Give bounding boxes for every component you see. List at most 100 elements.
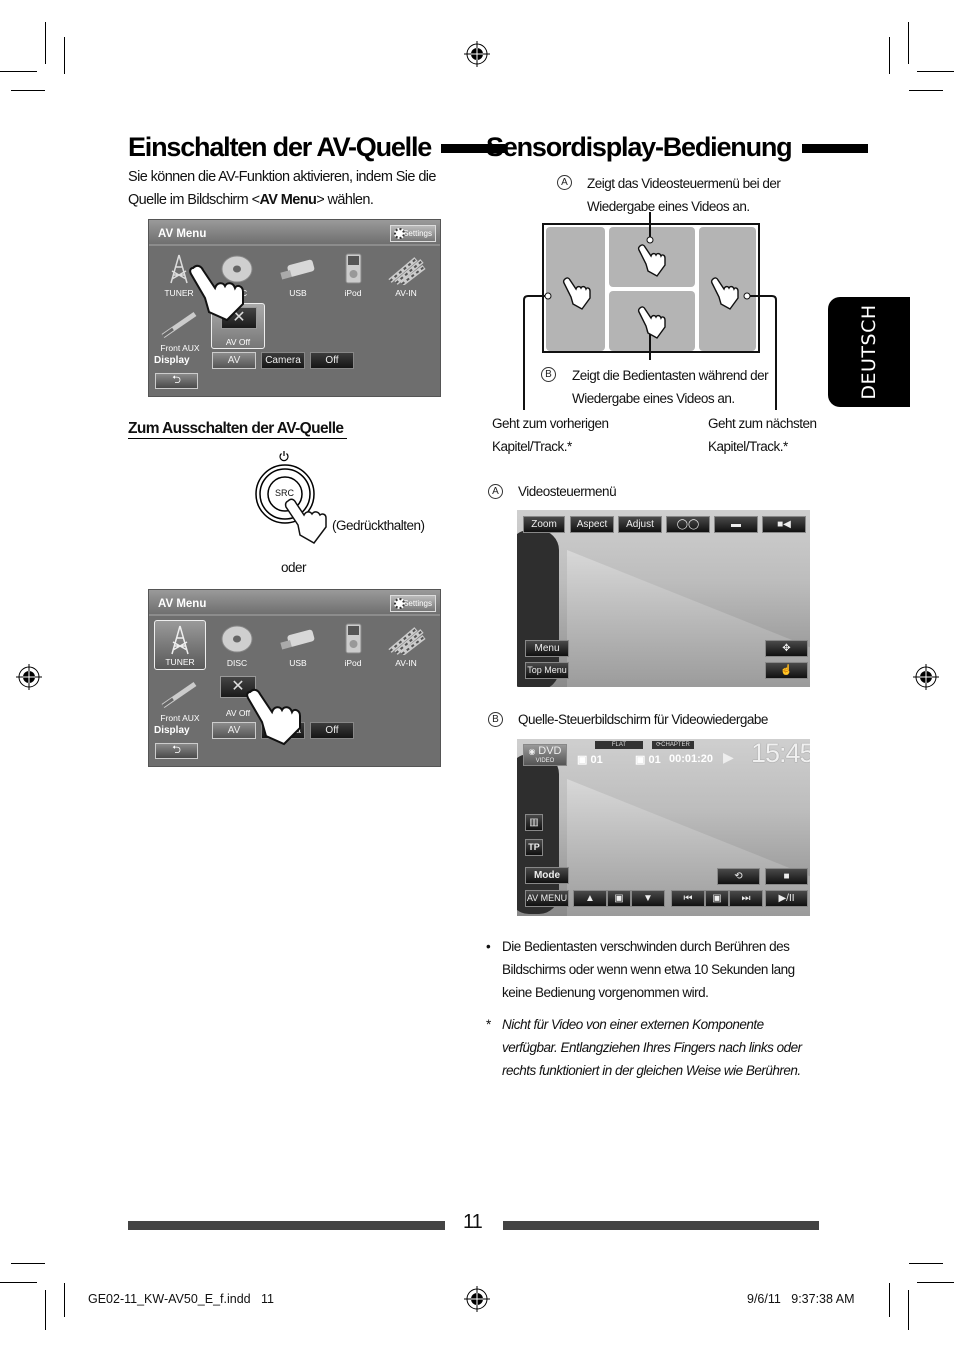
av-menu-button[interactable]: AV MENU <box>525 890 569 907</box>
play-status-icon: ▶ <box>723 749 734 765</box>
usb-stick-icon <box>280 629 315 650</box>
aspect-button[interactable]: Aspect <box>570 516 614 533</box>
subheading-av-source-off: Zum Ausschalten der AV-Quelle <box>128 420 348 439</box>
crop-mark <box>908 22 909 64</box>
repeat-button[interactable]: ⟲ <box>717 868 760 885</box>
audio-button[interactable]: ◯◯ <box>666 516 710 533</box>
hold-label: (Gedrückthalten) <box>332 518 425 533</box>
dvd-source-button[interactable]: ◉ DVD VIDEO <box>523 744 567 766</box>
play-pause-icon: ▶/II <box>778 893 795 904</box>
page-number: 11 <box>463 1211 483 1233</box>
touch-button[interactable]: ☝ <box>765 662 808 679</box>
zoom-button[interactable]: Zoom <box>523 516 565 533</box>
source-front-aux[interactable]: Front AUX <box>154 675 206 725</box>
footer-bar-right <box>503 1221 819 1230</box>
crop-mark <box>64 1283 65 1317</box>
tower-icon <box>171 625 189 655</box>
crop-mark <box>0 71 37 72</box>
registration-mark-icon <box>16 664 42 690</box>
pointing-hand-icon <box>189 264 244 322</box>
pointing-hand-icon <box>284 498 327 544</box>
chapter-indicator: ▣ <box>705 890 729 907</box>
previous-button[interactable]: ⏮ <box>671 890 705 907</box>
back-arrow-icon: ⮌ <box>172 374 181 386</box>
crop-mark <box>11 1263 45 1264</box>
settings-button[interactable]: Settings <box>390 595 436 612</box>
title-down-button[interactable]: ▼ <box>631 890 665 907</box>
audio-icon: ◯◯ <box>676 519 700 530</box>
pointing-hand-icon <box>710 277 739 310</box>
next-button[interactable]: ⏭ <box>729 890 763 907</box>
crop-mark <box>889 1283 890 1317</box>
display-off-button[interactable]: Off <box>310 352 354 369</box>
letter-a-badge: A <box>557 175 572 190</box>
source-tuner[interactable]: TUNER <box>154 620 206 670</box>
repeat-icon: ⟲ <box>734 871 743 882</box>
pointing-hand-icon <box>562 277 591 310</box>
slug-timestamp: 9/6/11 9:37:38 AM <box>747 1292 855 1306</box>
source-ipod[interactable]: iPod <box>328 620 378 670</box>
letter-b-badge: B <box>541 367 556 382</box>
equalizer-button[interactable]: ▥ <box>525 814 543 831</box>
heading-av-source-on: Einschalten der AV-Quelle <box>128 132 506 163</box>
crop-mark <box>909 1263 943 1264</box>
av-menu-title: AV Menu <box>158 598 207 610</box>
chapter-badge: ⟳CHAPTER <box>652 741 694 749</box>
source-control-screen: ◉ DVD VIDEO ▣ 01 FLAT ⟳CHAPTER ▣ 01 00:0… <box>517 739 810 916</box>
equalizer-icon: ▥ <box>529 817 539 828</box>
crop-mark <box>11 90 45 91</box>
disc-icon: ◉ <box>528 747 536 756</box>
disc-icon <box>221 625 253 653</box>
ipod-icon <box>345 623 362 654</box>
source-disc[interactable]: DISC <box>212 620 262 670</box>
source-usb[interactable]: USB <box>273 620 323 670</box>
pointing-hand-icon <box>637 306 666 339</box>
triangle-down-icon: ▼ <box>643 893 653 904</box>
title-up-button[interactable]: ▲ <box>573 890 607 907</box>
video-control-menu-screen: Zoom Aspect Adjust ◯◯ ▬ ■◀ Menu Top Menu… <box>517 510 810 687</box>
subtitle-icon: ▬ <box>731 519 741 530</box>
menu-button[interactable]: Menu <box>525 640 569 657</box>
registration-mark-icon <box>464 1286 490 1312</box>
display-av-button[interactable]: AV <box>212 352 256 369</box>
adjust-button[interactable]: Adjust <box>618 516 662 533</box>
cursor-button[interactable]: ✥ <box>765 640 808 657</box>
gear-icon <box>394 598 405 609</box>
ipod-icon <box>345 253 362 284</box>
prev-chapter-label: Geht zum vorherigen Kapitel/Track.* <box>492 416 609 454</box>
back-button[interactable]: ⮌ <box>155 373 198 389</box>
letter-a-badge: A <box>488 484 503 499</box>
crop-mark <box>917 1282 954 1283</box>
source-av-in[interactable]: AV-IN <box>381 620 431 670</box>
hand-icon: ☝ <box>780 665 793 676</box>
registration-mark-icon <box>913 664 939 690</box>
settings-button[interactable]: Settings <box>390 225 436 242</box>
angle-button[interactable]: ■◀ <box>762 516 806 533</box>
triangle-up-icon: ▲ <box>585 893 595 904</box>
display-off-button[interactable]: Off <box>310 722 354 739</box>
flat-badge: FLAT <box>595 741 643 749</box>
source-usb[interactable]: USB <box>273 250 323 300</box>
av-menu-titlebar: AV Menu Settings <box>149 220 440 246</box>
footnote-marker: * <box>486 1017 491 1032</box>
source-av-in[interactable]: AV-IN <box>381 250 431 300</box>
rca-cable-icon <box>388 257 426 285</box>
display-camera-button[interactable]: Camera <box>261 352 305 369</box>
crop-mark <box>909 90 943 91</box>
back-button[interactable]: ⮌ <box>155 743 198 759</box>
mode-button[interactable]: Mode <box>525 867 569 884</box>
source-ipod[interactable]: iPod <box>328 250 378 300</box>
heading-touch-display: Sensordisplay-Bedienung <box>486 132 868 163</box>
subtitle-button[interactable]: ▬ <box>714 516 758 533</box>
crop-mark <box>908 1290 909 1330</box>
gear-icon <box>394 228 405 239</box>
title-icon: ▣ <box>614 893 624 904</box>
top-menu-button[interactable]: Top Menu <box>525 662 569 679</box>
heading-bar <box>801 144 868 154</box>
tp-button[interactable]: TP <box>525 839 543 856</box>
power-icon <box>279 451 289 462</box>
slug-filename: GE02-11_KW-AV50_E_f.indd 11 <box>88 1292 274 1306</box>
play-pause-button[interactable]: ▶/II <box>765 890 808 907</box>
stop-button[interactable]: ■ <box>765 868 808 885</box>
av-menu-titlebar: AV Menu Settings <box>149 590 440 616</box>
